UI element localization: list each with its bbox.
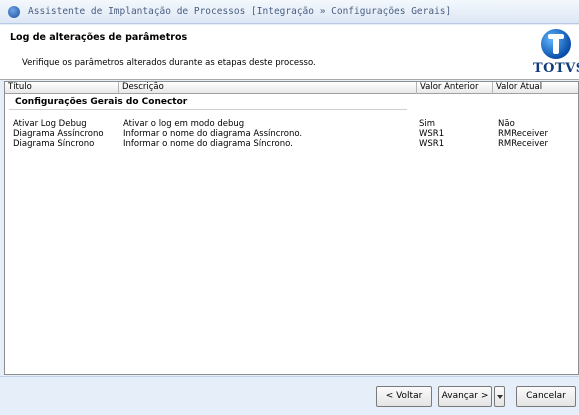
cell-valor-anterior: WSR1	[419, 139, 445, 149]
next-dropdown-arrow-icon[interactable]	[494, 386, 505, 407]
logo-text: TOTVS	[533, 61, 579, 76]
cell-descricao: Informar o nome do diagrama Síncrono.	[123, 139, 293, 149]
column-header-titulo[interactable]: Título	[5, 82, 119, 94]
window-title: Assistente de Implantação de Processos […	[28, 6, 452, 17]
table-row[interactable]: Diagrama Síncrono Informar o nome do dia…	[5, 139, 578, 150]
next-button[interactable]: Avançar >	[438, 386, 492, 407]
wizard-header: Log de alterações de parâmetros Verifiqu…	[0, 25, 579, 80]
column-header-descricao[interactable]: Descrição	[119, 82, 417, 94]
cancel-button[interactable]: Cancelar	[516, 386, 576, 407]
page-subtitle: Verifique os parâmetros alterados durant…	[22, 58, 316, 68]
group-divider	[9, 109, 407, 110]
app-icon	[8, 5, 20, 18]
title-bar: Assistente de Implantação de Processos […	[0, 0, 579, 24]
table-header: Título Descrição Valor Anterior Valor At…	[5, 82, 578, 94]
back-button[interactable]: < Voltar	[376, 386, 432, 407]
wizard-footer: < Voltar Avançar > Cancelar	[0, 376, 579, 415]
column-header-valor-atual[interactable]: Valor Atual	[493, 82, 578, 94]
cell-valor-atual: RMReceiver	[498, 139, 549, 149]
totvs-logo-icon	[541, 29, 571, 59]
totvs-logo: TOTVS	[531, 29, 579, 77]
group-header: Configurações Gerais do Conector	[15, 97, 188, 107]
page-title: Log de alterações de parâmetros	[10, 32, 188, 43]
column-header-valor-anterior[interactable]: Valor Anterior	[417, 82, 493, 94]
cell-titulo: Diagrama Síncrono	[13, 139, 95, 149]
parameters-table[interactable]: Título Descrição Valor Anterior Valor At…	[4, 81, 579, 375]
